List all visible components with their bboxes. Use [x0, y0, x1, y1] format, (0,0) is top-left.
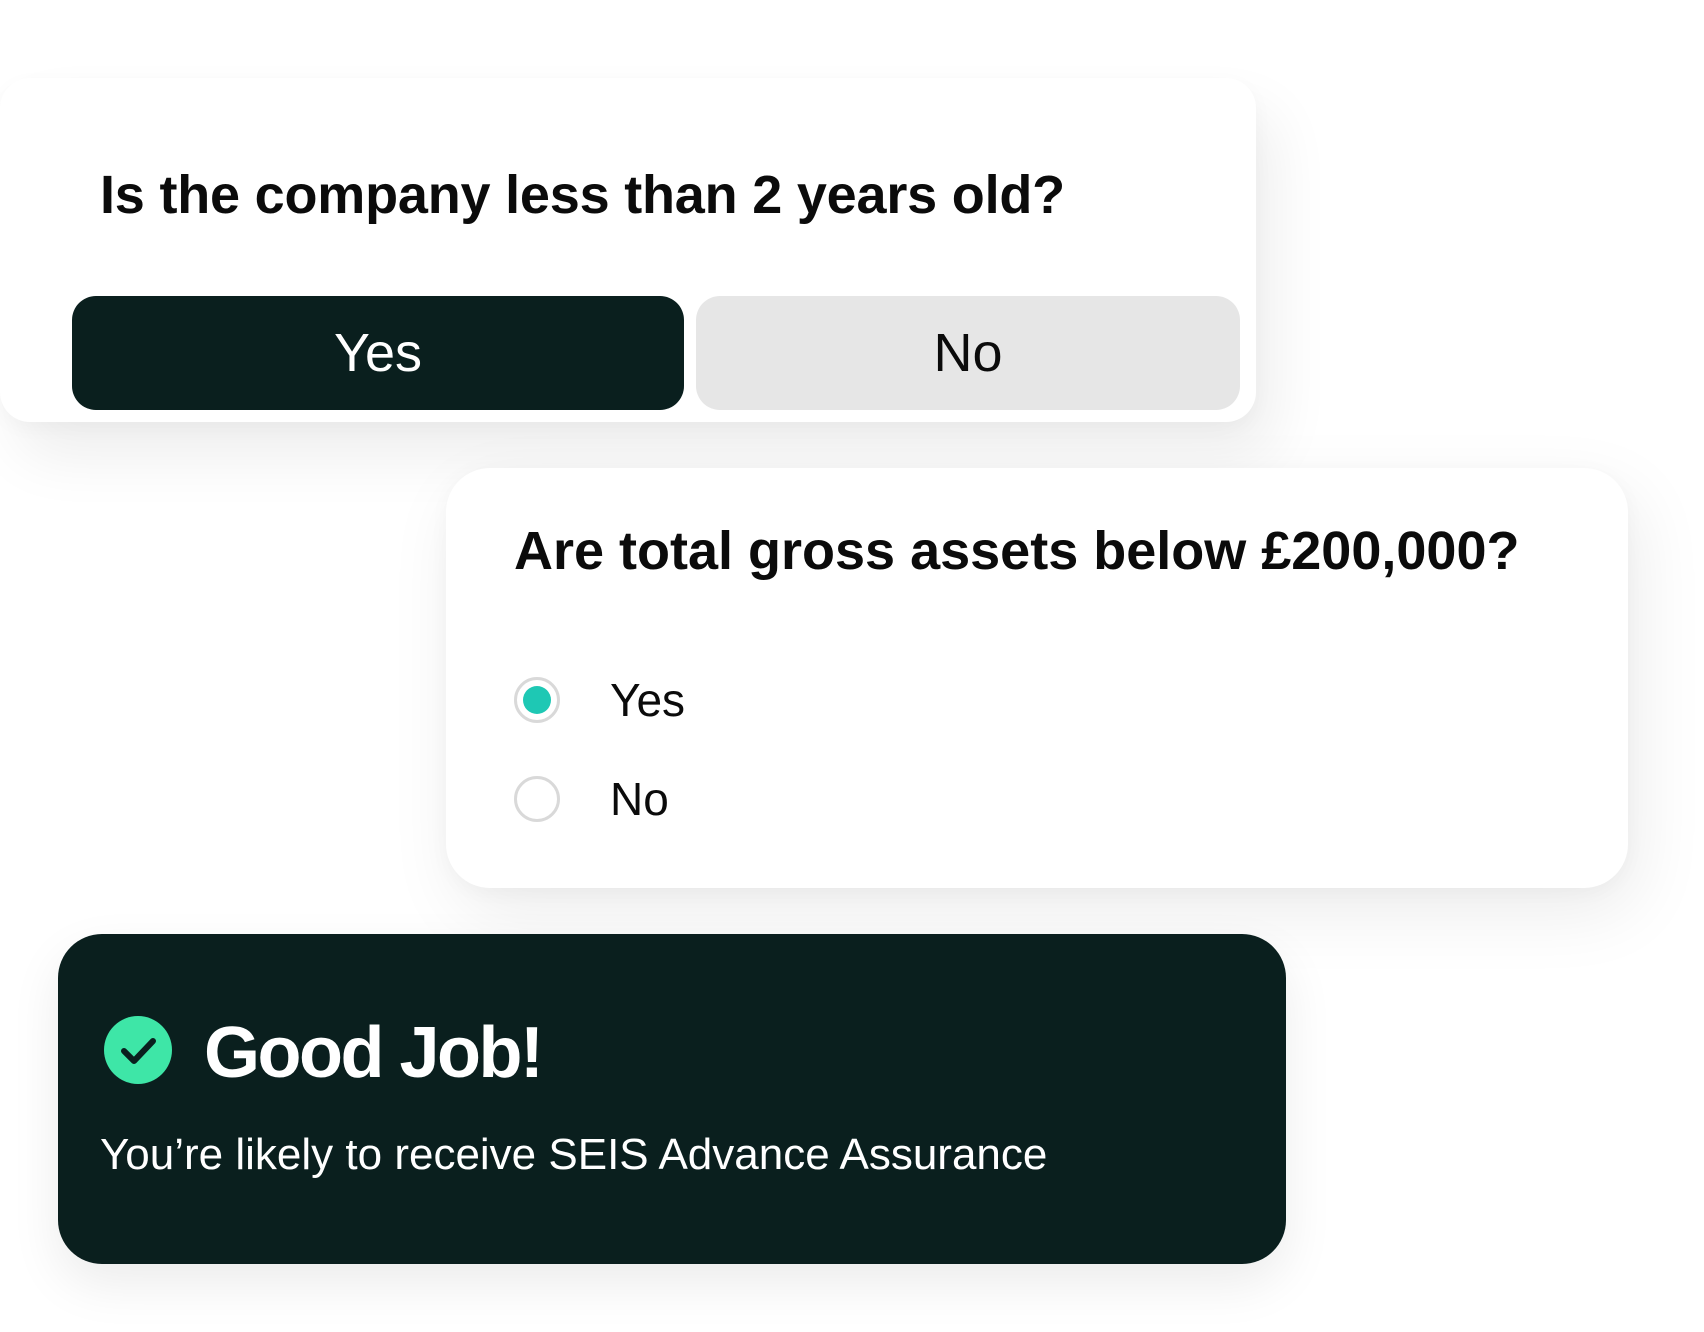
assets-option-yes[interactable]: Yes: [514, 670, 685, 730]
result-message: You’re likely to receive SEIS Advance As…: [100, 1130, 1048, 1179]
assets-yes-radio[interactable]: [514, 677, 560, 723]
question-assets-title: Are total gross assets below £200,000?: [514, 521, 1520, 581]
assets-no-radio[interactable]: [514, 776, 560, 822]
age-yes-button[interactable]: Yes: [72, 296, 684, 410]
assets-yes-label: Yes: [610, 674, 686, 726]
assets-no-label: No: [610, 773, 669, 825]
check-circle-icon: [104, 1016, 172, 1084]
stage: Is the company less than 2 years old? Ye…: [0, 0, 1704, 1332]
age-no-button[interactable]: No: [696, 296, 1240, 410]
question-age-title: Is the company less than 2 years old?: [100, 165, 1065, 225]
result-title: Good Job!: [204, 1013, 544, 1093]
question-card-age: Is the company less than 2 years old? Ye…: [0, 78, 1256, 422]
assets-option-no[interactable]: No: [514, 769, 669, 829]
result-card: Good Job! You’re likely to receive SEIS …: [58, 934, 1286, 1264]
question-card-assets: Are total gross assets below £200,000? Y…: [446, 468, 1628, 888]
